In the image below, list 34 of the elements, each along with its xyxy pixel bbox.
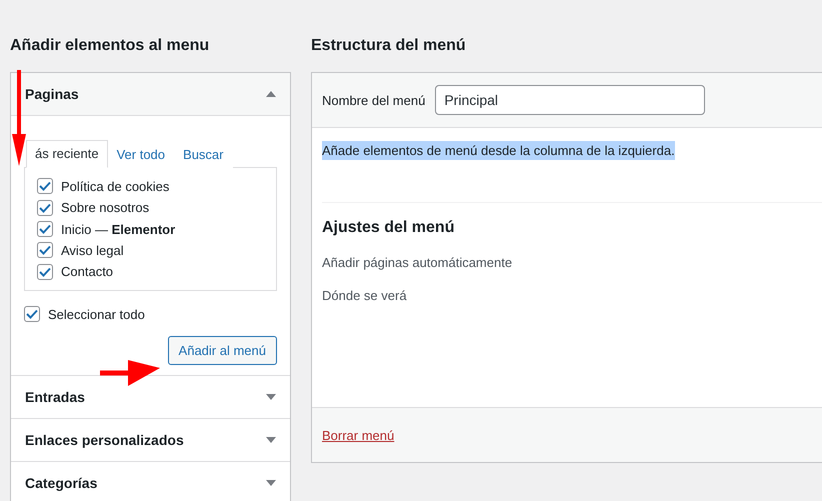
tab[interactable]: ás reciente — [26, 140, 108, 168]
accordion-header[interactable]: Paginas — [11, 73, 290, 116]
settings-heading: Ajustes del menú — [322, 219, 456, 237]
caret-down-icon — [266, 394, 276, 400]
checkbox[interactable] — [37, 200, 53, 216]
accordion-title: Entradas — [25, 388, 85, 404]
page-label: Política de cookies — [61, 178, 170, 194]
page-label: Aviso legal — [61, 242, 124, 258]
instruction-text: Añade elementos de menú desde la columna de la izquierda. — [322, 141, 675, 160]
checkbox[interactable] — [37, 221, 53, 238]
setting-label: Añadir páginas automáticamente — [322, 255, 514, 270]
accordion-title: Paginas — [25, 86, 79, 102]
page-label: Sobre nosotros — [61, 200, 150, 216]
page-label: Inicio — Elementor — [61, 222, 176, 237]
add-to-menu-button[interactable]: Añadir al menú — [168, 336, 277, 364]
checkbox[interactable] — [37, 242, 53, 258]
accordion-title: Categorías — [25, 474, 98, 490]
page-label: Contacto — [61, 264, 114, 280]
accordion-title: Enlaces personalizados — [25, 432, 184, 448]
tab[interactable]: Ver todo — [108, 141, 174, 168]
checkbox[interactable] — [24, 306, 40, 322]
caret-down-icon — [266, 480, 276, 486]
menu-name-field[interactable]: Principal — [435, 85, 706, 115]
right-arrow-annotation — [100, 358, 160, 388]
menu-name-label: Nombre del menú — [322, 92, 426, 108]
section-heading: Estructura del menú — [311, 36, 467, 56]
select-all-label: Seleccionar todo — [48, 306, 145, 322]
caret-up-icon — [266, 91, 276, 97]
checkbox[interactable] — [37, 264, 53, 280]
setting-label: Dónde se verá — [322, 288, 408, 303]
delete-menu-link[interactable]: Borrar menú — [322, 428, 394, 442]
checkbox[interactable] — [37, 178, 53, 194]
section-heading: Añadir elementos al menu — [10, 36, 210, 56]
caret-down-icon — [266, 436, 276, 442]
